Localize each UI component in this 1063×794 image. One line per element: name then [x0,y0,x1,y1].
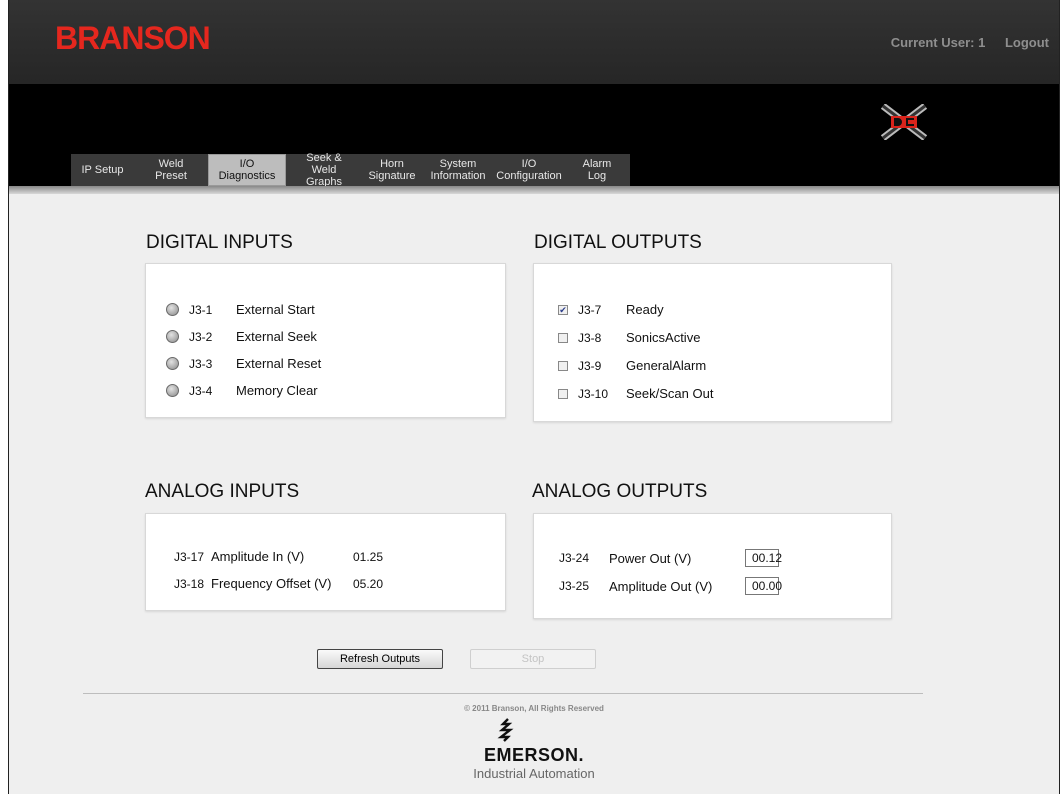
status-led-icon [166,357,179,370]
left-border [8,0,9,794]
emerson-logo: EMERSON. [483,745,584,765]
digital-outputs-panel: ✔ J3-7 Ready J3-8 SonicsActive J3-9 Gene… [533,263,892,422]
dc-logo-icon [880,104,928,140]
tab-label: Seek & Weld Graphs [305,152,343,188]
tab-ip-setup[interactable]: IP Setup [71,154,134,186]
page: BRANSON Current User: 1 Logout IP Setup … [0,0,1063,794]
tab-seek-weld-graphs[interactable]: Seek & Weld Graphs [286,152,362,188]
analog-outputs-title: ANALOG OUTPUTS [532,481,708,502]
digital-outputs-title: DIGITAL OUTPUTS [534,232,702,253]
input-label: External Seek [236,329,317,344]
tab-io-diagnostics[interactable]: I/O Diagnostics [208,154,286,186]
digital-output-row: J3-9 GeneralAlarm [558,358,706,373]
checkbox-icon[interactable] [558,332,568,343]
analog-input-row: J3-17 Amplitude In (V) 01.25 [174,549,383,564]
tab-io-configuration[interactable]: I/O Configuration [494,154,564,186]
digital-output-row: ✔ J3-7 Ready [558,302,664,317]
tab-label: Weld Preset [155,158,187,182]
emerson-mark-icon [497,718,514,742]
footer-divider [83,693,923,694]
industrial-automation-text: Industrial Automation [473,766,595,781]
copyright-text: © 2011 Branson, All Rights Reserved [464,704,604,713]
logout-link[interactable]: Logout [1005,35,1049,50]
power-out-field[interactable]: 00.12 [745,549,782,567]
analog-inputs-panel: J3-17 Amplitude In (V) 01.25 J3-18 Frequ… [145,513,506,611]
refresh-outputs-button[interactable]: Refresh Outputs [317,649,443,669]
analog-outputs-panel: J3-24 Power Out (V) 00.12 J3-25 Amplitud… [533,513,892,619]
input-label: Amplitude In (V) [211,549,305,564]
digital-inputs-panel: J3-1 External Start J3-2 External Seek J… [145,263,506,418]
analog-input-row: J3-18 Frequency Offset (V) 05.20 [174,576,383,591]
output-label: Amplitude Out (V) [609,578,713,594]
pin-label: J3-24 [559,551,590,565]
output-label: SonicsActive [626,330,701,345]
digital-input-row: J3-4 Memory Clear [166,383,318,398]
tab-alarm-log[interactable]: Alarm Log [564,154,630,186]
pin-label: J3-3 [189,356,213,371]
pin-label: J3-17 [174,549,205,564]
pin-label: J3-9 [578,358,602,373]
output-label: GeneralAlarm [626,358,707,373]
output-label: Seek/Scan Out [626,386,714,401]
current-user-label: Current User: 1 [890,35,986,50]
stop-button[interactable]: Stop [470,649,596,669]
pin-label: J3-4 [189,383,213,398]
input-value: 01.25 [353,549,384,564]
tab-label: Horn Signature [368,158,416,182]
tab-weld-preset[interactable]: Weld Preset [134,154,208,186]
checkbox-icon[interactable] [558,388,568,399]
pin-label: J3-7 [578,302,602,317]
digital-output-row: J3-10 Seek/Scan Out [558,386,713,401]
analog-inputs-title: ANALOG INPUTS [145,481,300,502]
analog-output-row: J3-24 Power Out (V) 00.12 [559,549,782,567]
pin-label: J3-18 [174,576,205,591]
header: BRANSON Current User: 1 Logout IP Setup … [9,0,1059,188]
user-bar: Current User: 1 Logout [875,35,1049,50]
status-led-icon [166,303,179,316]
pin-label: J3-25 [559,579,590,593]
tab-label: Alarm Log [582,158,612,182]
tab-label: IP Setup [81,164,124,176]
checkbox-icon[interactable]: ✔ [558,304,568,315]
digital-input-row: J3-2 External Seek [166,329,317,344]
branson-logo: BRANSON [55,20,211,56]
pin-label: J3-2 [189,329,213,344]
io-diagnostics-content: DIGITAL INPUTS J3-1 External Start J3-2 … [9,194,1059,794]
right-border [1059,0,1060,794]
input-label: External Start [236,302,315,317]
tab-label: I/O Diagnostics [218,158,276,182]
digital-input-row: J3-3 External Reset [166,356,321,371]
status-led-icon [166,384,179,397]
header-divider [9,186,1059,194]
input-label: Memory Clear [236,383,318,398]
pin-label: J3-1 [189,302,213,317]
digital-input-row: J3-1 External Start [166,302,315,317]
output-label: Ready [626,302,664,317]
header-top-bar: BRANSON Current User: 1 Logout [9,0,1059,84]
output-label: Power Out (V) [609,550,692,566]
analog-output-row: J3-25 Amplitude Out (V) 00.00 [559,577,782,595]
pin-label: J3-10 [578,386,609,401]
pin-label: J3-8 [578,330,602,345]
tab-horn-signature[interactable]: Horn Signature [362,154,422,186]
input-label: Frequency Offset (V) [211,576,332,591]
checkbox-icon[interactable] [558,360,568,371]
status-led-icon [166,330,179,343]
tab-label: I/O Configuration [496,158,562,182]
amplitude-out-field[interactable]: 00.00 [745,577,782,595]
input-value: 05.20 [353,576,384,591]
digital-output-row: J3-8 SonicsActive [558,330,700,345]
input-label: External Reset [236,356,322,371]
tab-label: System Information [430,158,486,182]
main-nav-tabs: IP Setup Weld Preset I/O Diagnostics See… [71,152,630,188]
tab-system-information[interactable]: System Information [422,154,494,186]
digital-inputs-title: DIGITAL INPUTS [146,232,293,253]
